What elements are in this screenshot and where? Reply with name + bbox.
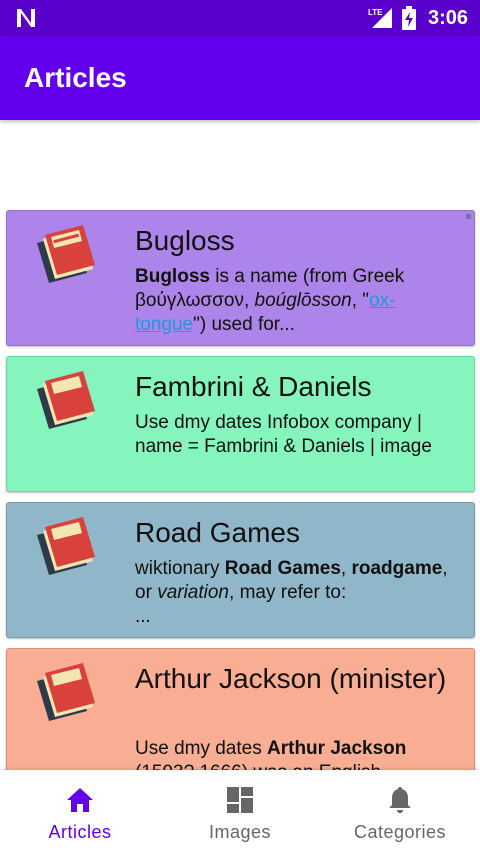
snippet-text: wiktionary — [135, 558, 225, 579]
snippet-text: , " — [351, 290, 370, 311]
nav-label: Articles — [48, 822, 112, 842]
book-icon — [37, 517, 95, 575]
snippet-bold: Bugloss — [135, 266, 210, 287]
snippet-bold: roadgame — [351, 558, 443, 579]
status-time: 3:06 — [427, 6, 468, 29]
article-card[interactable]: Road Games wiktionary Road Games, roadga… — [6, 502, 475, 638]
home-icon — [67, 788, 93, 812]
nav-item-images[interactable]: Images — [160, 770, 320, 854]
book-icon — [37, 225, 95, 283]
bell-icon — [389, 787, 411, 813]
article-snippet: Use dmy dates Infobox company | name = F… — [135, 411, 465, 459]
snippet-text: (1593? 1666) was an English — [135, 762, 381, 770]
snippet-italic: boúglōsson — [254, 290, 352, 311]
snippet-text: ") used for... — [193, 314, 295, 335]
book-icon — [37, 663, 95, 721]
snippet-text: , — [340, 558, 352, 579]
article-snippet: Use dmy dates Arthur Jackson (1593? 1666… — [135, 737, 465, 770]
article-card[interactable]: Bugloss Bugloss is a name (from Greek βο… — [6, 210, 475, 346]
svg-text:LTE: LTE — [368, 8, 383, 17]
article-snippet: wiktionary Road Games, roadgame, or vari… — [135, 557, 465, 629]
lte-signal-icon: LTE — [368, 8, 392, 28]
article-title: Road Games — [135, 517, 300, 548]
snippet-ellipsis: ... — [135, 606, 151, 627]
snippet-text: Use dmy dates — [135, 738, 267, 759]
app-bar: Articles — [0, 36, 480, 120]
nav-label: Categories — [353, 822, 447, 842]
bottom-navigation: Articles Images Categories — [0, 770, 480, 854]
android-n-icon — [17, 9, 35, 27]
nav-item-categories[interactable]: Categories — [320, 770, 480, 854]
dashboard-icon — [227, 787, 253, 813]
article-card[interactable]: Arthur Jackson (minister) Use dmy dates … — [6, 648, 475, 770]
snippet-bold: Road Games — [224, 558, 341, 579]
article-list[interactable]: Bugloss Bugloss is a name (from Greek βο… — [0, 120, 480, 770]
nav-item-articles[interactable]: Articles — [0, 770, 160, 854]
article-title: Fambrini & Daniels — [135, 371, 372, 402]
nav-label: Images — [208, 822, 272, 842]
card-corner-mark — [466, 214, 471, 219]
article-snippet: Bugloss is a name (from Greek βούγλωσσον… — [135, 265, 465, 337]
snippet-italic: variation — [157, 582, 230, 603]
article-card[interactable]: Fambrini & Daniels Use dmy dates Infobox… — [6, 356, 475, 492]
snippet-bold: Arthur Jackson — [267, 738, 407, 759]
page-title: Articles — [24, 62, 127, 93]
snippet-text: Use dmy dates Infobox company | name = F… — [135, 412, 432, 457]
book-icon — [37, 371, 95, 429]
article-title: Arthur Jackson (minister) — [135, 663, 447, 694]
snippet-text: , may refer to: — [229, 582, 347, 603]
article-title: Bugloss — [135, 225, 235, 256]
battery-charging-icon — [401, 6, 416, 30]
status-bar: LTE 3:06 — [0, 0, 480, 36]
